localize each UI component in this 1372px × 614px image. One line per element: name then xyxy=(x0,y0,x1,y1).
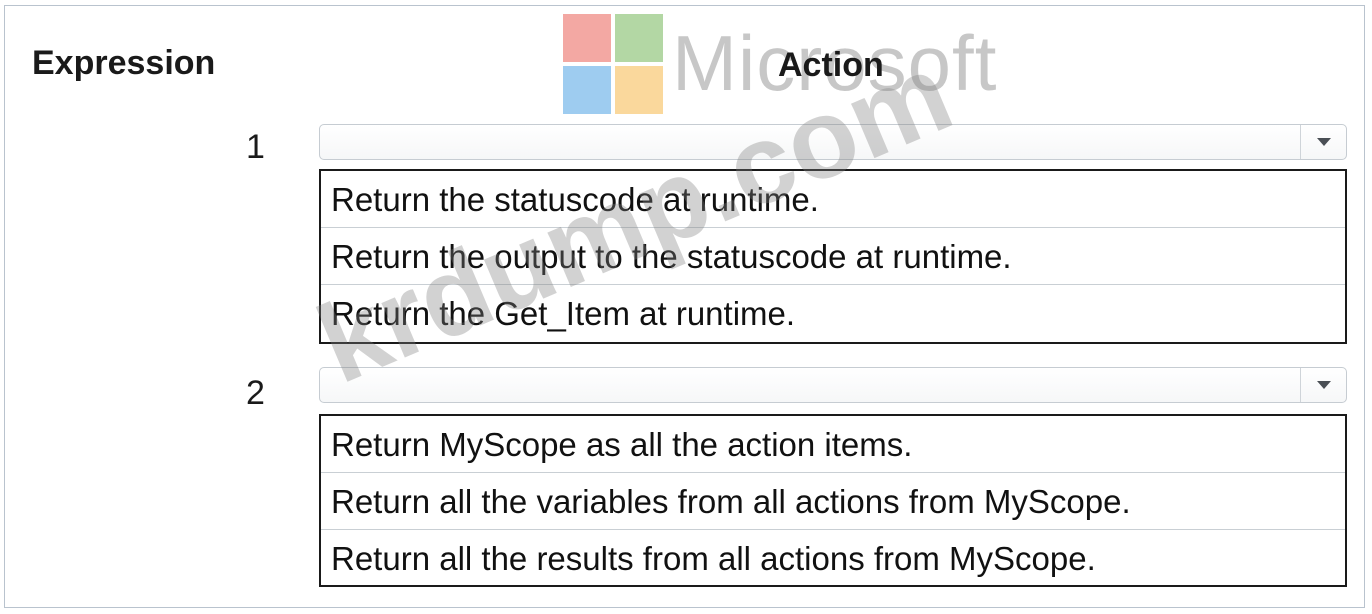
dropdown-option[interactable]: Return the Get_Item at runtime. xyxy=(321,285,1345,342)
expression-header: Expression xyxy=(32,44,216,82)
logo-yellow-square xyxy=(615,66,663,114)
action-dropdown-1[interactable] xyxy=(319,124,1347,160)
expression-number-1: 1 xyxy=(246,128,265,166)
dropdown-option[interactable]: Return MyScope as all the action items. xyxy=(321,416,1345,473)
action-dropdown-2[interactable] xyxy=(319,367,1347,403)
dropdown-option[interactable]: Return the output to the statuscode at r… xyxy=(321,228,1345,285)
dropdown-1-toggle[interactable] xyxy=(1300,125,1346,159)
dropdown-option[interactable]: Return all the variables from all action… xyxy=(321,473,1345,530)
dropdown-2-toggle[interactable] xyxy=(1300,368,1346,402)
chevron-down-icon xyxy=(1316,381,1331,389)
dropdown-option[interactable]: Return all the results from all actions … xyxy=(321,530,1345,587)
chevron-down-icon xyxy=(1316,138,1331,146)
logo-blue-square xyxy=(563,66,611,114)
logo-red-square xyxy=(563,14,611,62)
action-header: Action xyxy=(778,46,884,84)
dropdown-1-options: Return the statuscode at runtime. Return… xyxy=(319,169,1347,344)
dropdown-option[interactable]: Return the statuscode at runtime. xyxy=(321,171,1345,228)
dropdown-2-options: Return MyScope as all the action items. … xyxy=(319,414,1347,587)
logo-green-square xyxy=(615,14,663,62)
expression-number-2: 2 xyxy=(246,374,265,412)
microsoft-logo-watermark xyxy=(563,14,663,114)
